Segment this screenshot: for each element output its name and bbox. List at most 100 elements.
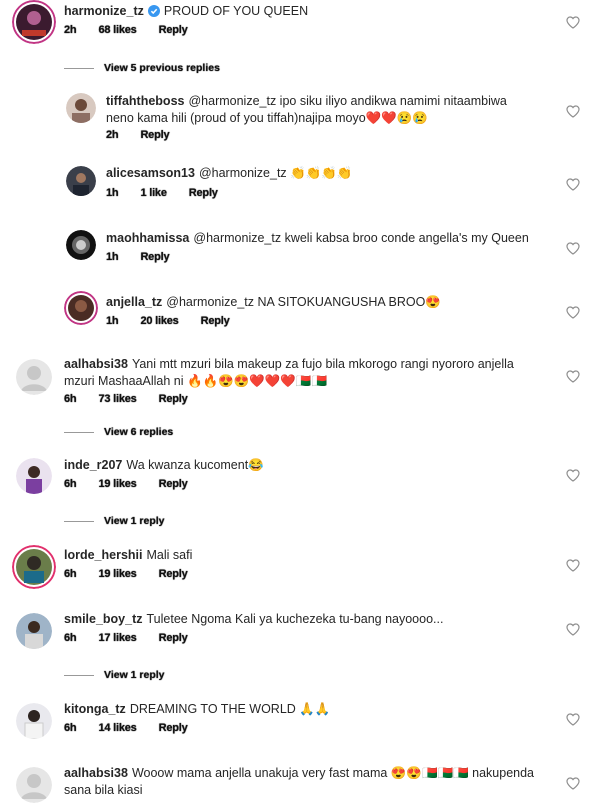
comment-body: @harmonize_tz 👏👏👏👏 (198, 166, 353, 180)
comment-likes[interactable]: 68 likes (98, 24, 136, 36)
comment-text: kitonga_tz DREAMING TO THE WORLD 🙏🙏 (64, 701, 544, 718)
reply-button[interactable]: Reply (159, 393, 188, 405)
verified-icon (147, 5, 160, 17)
comment-meta: 6h 19 likes Reply (64, 568, 188, 580)
comment-body: @harmonize_tz kweli kabsa broo conde ang… (193, 231, 529, 245)
comment-body: Mali safi (146, 548, 193, 562)
comment-body: Wooow mama anjella unakuja very fast mam… (64, 766, 535, 797)
reply-button[interactable]: Reply (159, 24, 188, 36)
comment-time: 1h (106, 187, 119, 199)
heart-icon[interactable] (566, 713, 580, 726)
avatar[interactable] (66, 230, 96, 260)
comment-username[interactable]: aalhabsi38 (64, 357, 128, 371)
heart-icon[interactable] (566, 105, 580, 118)
comment-text: inde_r207 Wa kwanza kucoment😂 (64, 457, 544, 474)
comment-meta: 1h 1 like Reply (106, 187, 218, 199)
comment-username[interactable]: anjella_tz (106, 295, 162, 309)
comment-text: maohhamissa @harmonize_tz kweli kabsa bro… (106, 230, 536, 247)
view-replies-link[interactable]: View 1 reply (64, 669, 165, 681)
heart-icon[interactable] (566, 623, 580, 636)
comment-time: 2h (64, 24, 77, 36)
comment-text: smile_boy_tz Tuletee Ngoma Kali ya kuchez… (64, 611, 544, 628)
comment-username[interactable]: smile_boy_tz (64, 612, 143, 626)
comment-meta: 6h 19 likes Reply (64, 478, 188, 490)
view-replies-label[interactable]: View 6 replies (104, 426, 173, 438)
view-replies-label[interactable]: View 1 reply (104, 515, 165, 527)
avatar[interactable] (16, 703, 52, 739)
comment-meta: 6h 73 likes Reply (64, 393, 188, 405)
comment-body: Tuletee Ngoma Kali ya kuchezeka tu-bang … (146, 612, 444, 626)
comment-body: @harmonize_tz NA SITOKUANGUSHA BROO😍 (166, 295, 441, 309)
comment-body: DREAMING TO THE WORLD 🙏🙏 (129, 702, 331, 716)
view-replies-link[interactable]: View 5 previous replies (64, 62, 220, 74)
comment-text: alicesamson13 @harmonize_tz 👏👏👏👏 (106, 165, 536, 182)
comment-likes[interactable]: 19 likes (98, 568, 136, 580)
avatar[interactable] (16, 458, 52, 494)
avatar[interactable] (16, 613, 52, 649)
comment-likes[interactable]: 20 likes (140, 315, 178, 327)
reply-button[interactable]: Reply (159, 568, 188, 580)
comment-username[interactable]: aalhabsi38 (64, 766, 128, 780)
comment-likes[interactable]: 17 likes (98, 632, 136, 644)
comment-time: 6h (64, 722, 77, 734)
avatar[interactable] (16, 767, 52, 803)
reply-button[interactable]: Reply (189, 187, 218, 199)
heart-icon[interactable] (566, 559, 580, 572)
comment-time: 6h (64, 478, 77, 490)
reply-button[interactable]: Reply (159, 478, 188, 490)
comment-time: 6h (64, 632, 77, 644)
heart-icon[interactable] (566, 178, 580, 191)
divider (64, 674, 94, 676)
comment-text: tiffahtheboss @harmonize_tz ipo siku iliy… (106, 93, 536, 127)
comment-time: 1h (106, 315, 119, 327)
comment-meta: 1h Reply (106, 251, 170, 263)
view-replies-link[interactable]: View 6 replies (64, 426, 173, 438)
reply-button[interactable]: Reply (140, 129, 169, 141)
comment-body: Yani mtt mzuri bila makeup za fujo bila … (64, 357, 514, 388)
comment-username[interactable]: maohhamissa (106, 231, 189, 245)
avatar[interactable] (66, 166, 96, 196)
view-replies-label[interactable]: View 1 reply (104, 669, 165, 681)
avatar[interactable] (12, 0, 56, 44)
view-replies-label[interactable]: View 5 previous replies (104, 62, 220, 74)
comment-username[interactable]: inde_r207 (64, 458, 122, 472)
comment-likes[interactable]: 73 likes (98, 393, 136, 405)
reply-button[interactable]: Reply (201, 315, 230, 327)
heart-icon[interactable] (566, 777, 580, 790)
avatar[interactable] (64, 291, 98, 325)
heart-icon[interactable] (566, 16, 580, 29)
comment-time: 6h (64, 393, 77, 405)
heart-icon[interactable] (566, 469, 580, 482)
comment-text: aalhabsi38 Yani mtt mzuri bila makeup za … (64, 356, 544, 390)
comment-username[interactable]: tiffahtheboss (106, 94, 184, 108)
comment-meta: 1h 20 likes Reply (106, 315, 230, 327)
comment-username[interactable]: harmonize_tz (64, 4, 144, 18)
comment-body: Wa kwanza kucoment😂 (126, 458, 264, 472)
comment-username[interactable]: kitonga_tz (64, 702, 126, 716)
reply-button[interactable]: Reply (140, 251, 169, 263)
heart-icon[interactable] (566, 306, 580, 319)
avatar[interactable] (12, 545, 56, 589)
comment-username[interactable]: lorde_hershii (64, 548, 143, 562)
avatar[interactable] (66, 93, 96, 123)
reply-button[interactable]: Reply (159, 722, 188, 734)
comment-username[interactable]: alicesamson13 (106, 166, 195, 180)
view-replies-link[interactable]: View 1 reply (64, 515, 165, 527)
comment-meta: 6h 17 likes Reply (64, 632, 188, 644)
comment-time: 1h (106, 251, 119, 263)
comment-body: PROUD OF YOU QUEEN (163, 4, 309, 18)
comment-text: anjella_tz @harmonize_tz NA SITOKUANGUSHA… (106, 294, 536, 311)
avatar[interactable] (16, 359, 52, 395)
heart-icon[interactable] (566, 370, 580, 383)
divider (64, 431, 94, 433)
comment-likes[interactable]: 1 like (140, 187, 167, 199)
heart-icon[interactable] (566, 242, 580, 255)
comment-meta: 6h 14 likes Reply (64, 722, 188, 734)
comment-text: harmonize_tz PROUD OF YOU QUEEN (64, 3, 544, 20)
comment-likes[interactable]: 14 likes (98, 722, 136, 734)
reply-button[interactable]: Reply (159, 632, 188, 644)
comment-time: 6h (64, 568, 77, 580)
comment-likes[interactable]: 19 likes (98, 478, 136, 490)
comment-meta: 2h 68 likes Reply (64, 24, 188, 36)
comment-text: aalhabsi38 Wooow mama anjella unakuja ver… (64, 765, 544, 799)
